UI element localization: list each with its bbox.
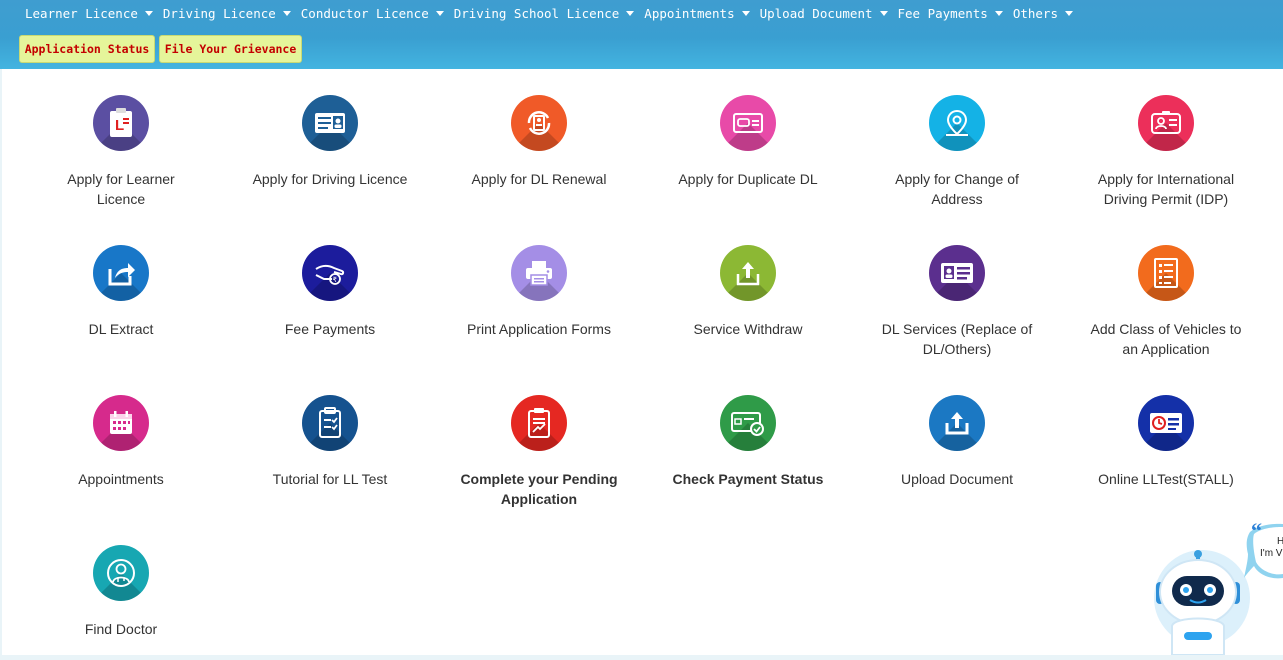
learner-licence-icon: L bbox=[93, 95, 149, 151]
service-label-line1: Complete your Pending bbox=[460, 471, 618, 487]
pending-form-icon bbox=[511, 395, 567, 451]
online-test-icon bbox=[1138, 395, 1194, 451]
menu-upload-document[interactable]: Upload Document bbox=[760, 6, 898, 21]
service-add-class-of-vehicles[interactable]: Add Class of Vehicles to an Application bbox=[1066, 245, 1266, 359]
service-label-line1: Check Payment Status bbox=[672, 471, 824, 487]
service-print-application-forms[interactable]: Print Application Forms bbox=[439, 245, 639, 339]
withdraw-icon bbox=[720, 245, 776, 301]
menu-label: Fee Payments bbox=[897, 5, 988, 21]
service-label-line1: Appointments bbox=[78, 471, 164, 487]
service-label-line1: Find Doctor bbox=[84, 621, 158, 637]
chevron-down-icon bbox=[994, 10, 1003, 16]
chatbot-greeting-line2: I'm V bbox=[1260, 548, 1283, 559]
chevron-down-icon bbox=[1064, 10, 1073, 16]
renewal-icon bbox=[511, 95, 567, 151]
menu-label: Driving Licence bbox=[162, 5, 276, 21]
checklist-icon bbox=[1138, 245, 1194, 301]
svg-text:“: “ bbox=[1251, 520, 1262, 543]
menu-others[interactable]: Others bbox=[1013, 6, 1083, 21]
service-change-of-address[interactable]: Apply for Change of Address bbox=[857, 95, 1057, 209]
chatbot-greeting-line1: H bbox=[1277, 536, 1283, 547]
menu-appointments[interactable]: Appointments bbox=[644, 6, 759, 21]
services-grid: L Apply for Learner Licence Apply for Dri… bbox=[2, 69, 1283, 655]
service-label-line1: Online LLTest(STALL) bbox=[1098, 471, 1234, 487]
menu-label: Upload Document bbox=[759, 5, 873, 21]
service-upload-document[interactable]: Upload Document bbox=[857, 395, 1057, 489]
service-tutorial-ll-test[interactable]: Tutorial for LL Test bbox=[230, 395, 430, 489]
card-check-icon bbox=[720, 395, 776, 451]
service-withdraw[interactable]: Service Withdraw bbox=[648, 245, 848, 339]
service-apply-learner-licence[interactable]: L Apply for Learner Licence bbox=[21, 95, 221, 209]
printer-icon bbox=[511, 245, 567, 301]
service-label-line1: Apply for Change of bbox=[895, 171, 1019, 187]
menu-conductor-licence[interactable]: Conductor Licence bbox=[301, 6, 454, 21]
service-label-line1: Tutorial for LL Test bbox=[272, 471, 388, 487]
service-label-line2: Licence bbox=[96, 191, 146, 207]
top-navigation-bar: Learner Licence Driving Licence Conducto… bbox=[0, 0, 1283, 69]
permit-icon bbox=[1138, 95, 1194, 151]
service-find-doctor[interactable]: Find Doctor bbox=[21, 545, 221, 639]
chevron-down-icon bbox=[741, 10, 750, 16]
menu-label: Learner Licence bbox=[25, 5, 138, 21]
chevron-down-icon bbox=[626, 10, 635, 16]
payment-hand-icon: ₹ bbox=[302, 245, 358, 301]
service-label-line2: Application bbox=[500, 491, 578, 507]
service-label-line1: Print Application Forms bbox=[467, 321, 611, 337]
service-label-line1: Apply for Duplicate DL bbox=[678, 171, 818, 187]
service-online-ll-test[interactable]: Online LLTest(STALL) bbox=[1066, 395, 1266, 489]
menu-label: Appointments bbox=[644, 5, 735, 21]
service-label-line1: Fee Payments bbox=[284, 321, 376, 337]
chevron-down-icon bbox=[144, 10, 153, 16]
service-label-line1: Service Withdraw bbox=[693, 321, 803, 337]
chatbot-widget[interactable]: “ H I'm V bbox=[1150, 518, 1283, 656]
service-label-line2: DL/Others) bbox=[922, 341, 992, 357]
chevron-down-icon bbox=[879, 10, 888, 16]
menu-driving-licence[interactable]: Driving Licence bbox=[163, 6, 301, 21]
service-label-line1: Apply for International bbox=[1097, 171, 1235, 187]
service-check-payment-status[interactable]: Check Payment Status bbox=[648, 395, 848, 489]
service-dl-extract[interactable]: DL Extract bbox=[21, 245, 221, 339]
robot-icon: “ H I'm V bbox=[1154, 518, 1283, 656]
service-fee-payments[interactable]: ₹ Fee Payments bbox=[230, 245, 430, 339]
file-grievance-button[interactable]: File Your Grievance bbox=[159, 35, 302, 63]
service-label-line1: DL Services (Replace of bbox=[881, 321, 1033, 337]
share-icon bbox=[93, 245, 149, 301]
menu-label: Others bbox=[1012, 5, 1058, 21]
service-appointments[interactable]: Appointments bbox=[21, 395, 221, 489]
service-label-line2: an Application bbox=[1122, 341, 1210, 357]
duplicate-card-icon bbox=[720, 95, 776, 151]
upload-icon bbox=[929, 395, 985, 451]
service-international-driving-permit[interactable]: Apply for International Driving Permit (I… bbox=[1066, 95, 1266, 209]
service-complete-pending-application[interactable]: Complete your Pending Application bbox=[439, 395, 639, 509]
service-label-line1: Upload Document bbox=[900, 471, 1014, 487]
service-label-line1: Add Class of Vehicles to bbox=[1090, 321, 1242, 337]
service-apply-duplicate-dl[interactable]: Apply for Duplicate DL bbox=[648, 95, 848, 189]
profile-card-icon bbox=[929, 245, 985, 301]
menu-learner-licence[interactable]: Learner Licence bbox=[25, 6, 163, 21]
service-label-line2: Address bbox=[931, 191, 983, 207]
application-status-button[interactable]: Application Status bbox=[19, 35, 155, 63]
service-apply-dl-renewal[interactable]: Apply for DL Renewal bbox=[439, 95, 639, 189]
doctor-icon bbox=[93, 545, 149, 601]
menu-label: Conductor Licence bbox=[300, 5, 429, 21]
service-dl-services[interactable]: DL Services (Replace of DL/Others) bbox=[857, 245, 1057, 359]
main-menu: Learner Licence Driving Licence Conducto… bbox=[0, 0, 1083, 26]
chevron-down-icon bbox=[435, 10, 444, 16]
service-label-line1: Apply for Learner bbox=[67, 171, 175, 187]
service-label-line2: Driving Permit (IDP) bbox=[1103, 191, 1229, 207]
service-label-line1: Apply for Driving Licence bbox=[252, 171, 408, 187]
chevron-down-icon bbox=[282, 10, 291, 16]
menu-label: Driving School Licence bbox=[453, 5, 620, 21]
svg-text:L: L bbox=[115, 117, 124, 134]
service-apply-driving-licence[interactable]: Apply for Driving Licence bbox=[230, 95, 430, 189]
menu-fee-payments[interactable]: Fee Payments bbox=[898, 6, 1013, 21]
calendar-icon bbox=[93, 395, 149, 451]
id-card-icon bbox=[302, 95, 358, 151]
clipboard-icon bbox=[302, 395, 358, 451]
map-pin-icon bbox=[929, 95, 985, 151]
service-label-line1: DL Extract bbox=[88, 321, 154, 337]
service-label-line1: Apply for DL Renewal bbox=[471, 171, 607, 187]
svg-text:₹: ₹ bbox=[333, 276, 338, 284]
menu-driving-school-licence[interactable]: Driving School Licence bbox=[454, 6, 645, 21]
